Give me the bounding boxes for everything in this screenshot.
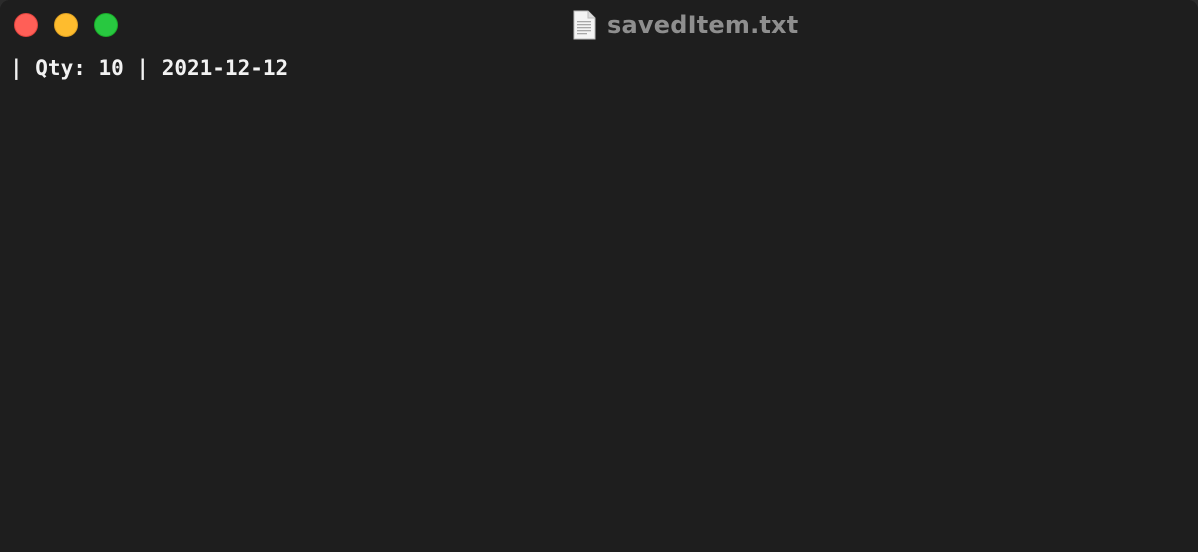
- text-editor-area[interactable]: | Qty: 10 | 2021-12-12: [0, 50, 1198, 552]
- title-bar[interactable]: savedItem.txt: [0, 0, 1198, 50]
- document-line[interactable]: | Qty: 10 | 2021-12-12: [10, 54, 1198, 82]
- close-window-button[interactable]: [14, 13, 38, 37]
- window-title-group: savedItem.txt: [571, 0, 798, 50]
- window-title: savedItem.txt: [607, 11, 799, 39]
- text-document-icon[interactable]: [571, 10, 597, 40]
- zoom-window-button[interactable]: [94, 13, 118, 37]
- minimize-window-button[interactable]: [54, 13, 78, 37]
- text-editor-window: savedItem.txt | Qty: 10 | 2021-12-12: [0, 0, 1198, 552]
